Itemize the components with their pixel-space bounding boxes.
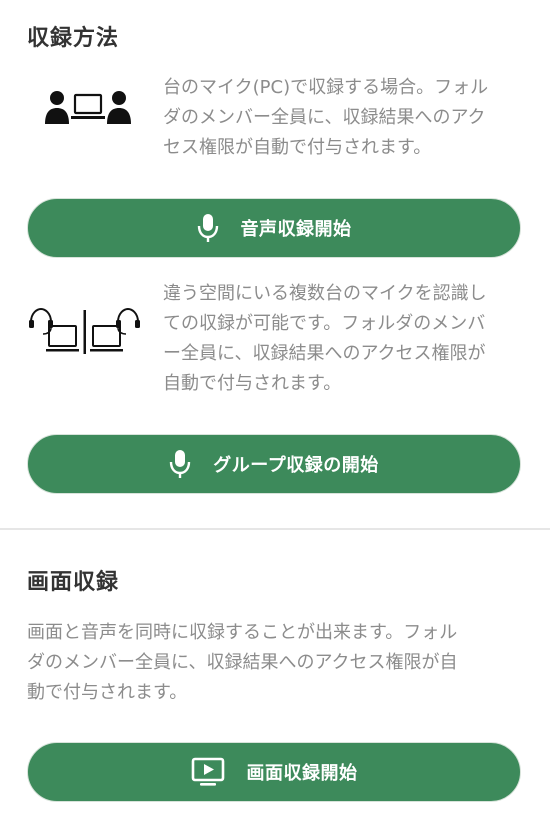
description-line: 違う空間にいる複数台のマイクを認識し xyxy=(163,283,487,304)
headset-laptops-icon xyxy=(27,306,142,358)
description-line: ダのメンバー全員に、収録結果へのアク xyxy=(163,107,486,128)
screen-recording-description: 画面と音声を同時に収録することが出来ます。フォル ダのメンバー全員に、収録結果へ… xyxy=(27,618,527,708)
description-line: 自動で付与されます。 xyxy=(163,373,342,394)
start-group-recording-label: グループ収録の開始 xyxy=(213,455,379,476)
description-line: 動で付与されます。 xyxy=(27,682,188,703)
recording-method-heading: 収録方法 xyxy=(27,26,120,51)
description-line: 台のマイク(PC)で収録する場合。フォル xyxy=(163,77,489,98)
description-line: ー全員に、収録結果へのアクセス権限が xyxy=(163,343,486,364)
recording-page: 収録方法 台のマイク(PC)で収録する場合。フォル ダのメンバー全員に、収録結果… xyxy=(0,0,550,826)
microphone-icon xyxy=(197,213,219,243)
start-screen-recording-label: 画面収録開始 xyxy=(246,763,358,784)
two-people-laptop-icon xyxy=(44,88,132,128)
description-line: ダのメンバー全員に、収録結果へのアクセス権限が自 xyxy=(27,652,458,673)
start-group-recording-button[interactable]: グループ収録の開始 xyxy=(27,434,521,494)
screen-recording-heading: 画面収録 xyxy=(27,570,120,595)
section-divider xyxy=(0,528,550,530)
solo-recording-description: 台のマイク(PC)で収録する場合。フォル ダのメンバー全員に、収録結果へのアク … xyxy=(163,73,533,163)
description-line: ての収録が可能です。フォルダのメンバ xyxy=(163,313,486,334)
group-recording-description: 違う空間にいる複数台のマイクを認識し ての収録が可能です。フォルダのメンバ ー全… xyxy=(163,279,533,399)
start-audio-recording-button[interactable]: 音声収録開始 xyxy=(27,198,521,258)
start-audio-recording-label: 音声収録開始 xyxy=(240,219,352,240)
start-screen-recording-button[interactable]: 画面収録開始 xyxy=(27,742,521,802)
description-line: セス権限が自動で付与されます。 xyxy=(163,137,432,158)
description-line: 画面と音声を同時に収録することが出来ます。フォル xyxy=(27,622,458,643)
microphone-icon xyxy=(169,449,191,479)
screen-play-icon xyxy=(191,757,225,787)
